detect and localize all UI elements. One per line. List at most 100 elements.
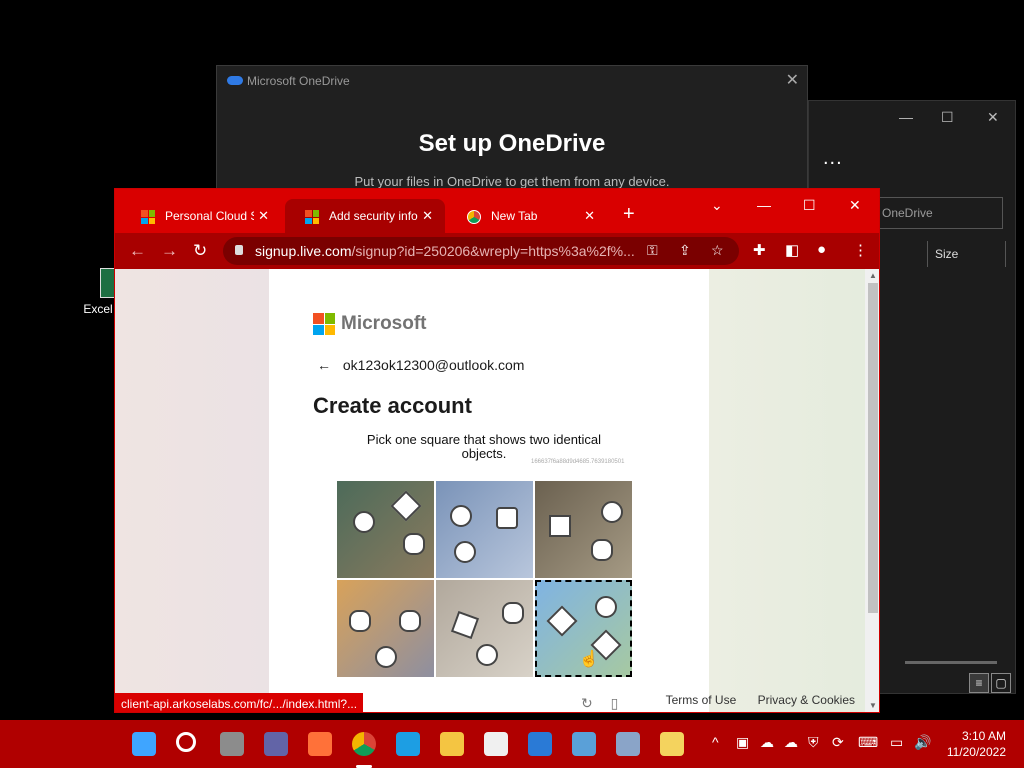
details-view-icon[interactable]: ≡ — [969, 673, 989, 693]
square-icon — [450, 610, 480, 640]
captcha-tile-4[interactable] — [337, 580, 434, 677]
file-explorer-icon[interactable] — [440, 732, 464, 756]
system-clock[interactable]: 3:10 AM 11/20/2022 — [947, 728, 1006, 760]
volume-icon[interactable]: 🔊 — [914, 734, 931, 751]
tray-app-icon[interactable]: ▣ — [736, 734, 749, 751]
explorer-close-button[interactable]: ✕ — [987, 109, 999, 126]
tab-personal-cloud[interactable]: Personal Cloud Sto ✕ — [121, 199, 281, 233]
gamepad-icon — [349, 610, 371, 632]
address-bar[interactable]: signup.live.com/signup?id=250206&wreply=… — [223, 237, 739, 265]
explorer-minimize-button[interactable]: — — [899, 109, 913, 125]
bookmark-star-icon[interactable]: ☆ — [711, 242, 724, 259]
tab-add-security-info[interactable]: Add security info ✕ — [285, 199, 445, 233]
show-hidden-icons[interactable]: ^ — [712, 734, 719, 750]
desktop-icon-label: Excel — [83, 302, 113, 316]
firefox-icon[interactable] — [308, 732, 332, 756]
start-icon[interactable] — [132, 732, 156, 756]
onedrive-cloud-icon — [227, 76, 243, 85]
clock-time: 3:10 AM — [961, 729, 1006, 743]
audio-challenge-icon[interactable]: ▯ — [611, 695, 619, 711]
more-options-button[interactable]: ... — [823, 147, 843, 170]
status-bar: client-api.arkoselabs.com/fc/.../index.h… — [115, 693, 364, 712]
challenge-id: 166637f6a88d9d4685.7639180501 — [531, 459, 625, 465]
account-email: ok123ok12300@outlook.com — [342, 357, 525, 373]
captcha-tile-1[interactable] — [337, 481, 434, 578]
scroll-thumb[interactable] — [868, 283, 878, 613]
sync-icon[interactable]: ⟳ — [832, 734, 844, 751]
minimize-button[interactable]: — — [757, 197, 771, 213]
tab-label: Personal Cloud Sto — [165, 209, 269, 223]
onedrive-close-button[interactable]: ✕ — [786, 70, 799, 90]
chrome-logo-icon — [467, 210, 481, 224]
menu-icon[interactable]: ⋮ — [853, 241, 868, 259]
refresh-icon[interactable]: ↻ — [581, 695, 593, 711]
onedrive-tray-icon[interactable]: ☁ — [760, 734, 774, 751]
reload-icon[interactable]: ↻ — [193, 241, 207, 261]
new-tab-button[interactable]: + — [623, 203, 635, 226]
forward-icon[interactable]: → — [161, 241, 178, 261]
privacy-link[interactable]: Privacy & Cookies — [758, 693, 855, 707]
captcha-tile-2[interactable] — [436, 481, 533, 578]
chrome-icon[interactable] — [352, 732, 376, 756]
horizontal-scrollbar[interactable] — [905, 661, 997, 664]
close-button[interactable]: ✕ — [849, 197, 861, 214]
gamepad-icon — [399, 610, 421, 632]
tab-close-icon[interactable]: ✕ — [584, 208, 595, 224]
terms-link[interactable]: Terms of Use — [666, 693, 737, 707]
lock-icon[interactable] — [235, 245, 243, 255]
security-icon[interactable]: ⛨ — [808, 734, 819, 751]
size-column-header[interactable]: Size — [935, 247, 958, 261]
side-panel-icon[interactable]: ◧ — [785, 241, 799, 259]
creature-icon — [454, 541, 476, 563]
share-icon[interactable]: ⇪ — [679, 242, 691, 259]
scroll-down-icon[interactable]: ▼ — [869, 701, 877, 710]
robot-icon — [403, 533, 425, 555]
tab-label: Add security info — [329, 209, 418, 223]
back-to-email[interactable]: ← ok123ok12300@outlook.com — [317, 357, 524, 373]
settings-icon[interactable] — [616, 732, 640, 756]
vertical-scrollbar[interactable]: ▲ ▼ — [865, 269, 879, 712]
tab-label: New Tab — [491, 209, 538, 223]
back-arrow-icon[interactable]: ← — [317, 357, 331, 373]
edge-icon[interactable] — [396, 732, 420, 756]
crown-icon — [549, 515, 571, 537]
scroll-up-icon[interactable]: ▲ — [869, 271, 877, 280]
onedrive-tray-icon[interactable]: ☁ — [784, 734, 798, 751]
explorer-maximize-button[interactable]: ☐ — [941, 109, 954, 126]
browser-toolbar: ← → ↻ signup.live.com/signup?id=250206&w… — [115, 233, 879, 269]
desktop-excel-icon[interactable]: Excel — [78, 268, 118, 316]
turtle-icon — [353, 511, 375, 533]
captcha-tile-5[interactable] — [436, 580, 533, 677]
explorer-search-input[interactable]: OneDrive — [873, 197, 1003, 229]
iron-icon — [496, 507, 518, 529]
keyboard-icon[interactable]: ⌨ — [858, 734, 878, 751]
tiles-view-icon[interactable]: ▢ — [991, 673, 1011, 693]
extensions-icon[interactable]: ✚ — [753, 241, 766, 259]
microsoft-logo-icon — [313, 313, 335, 335]
figure-icon — [476, 644, 498, 666]
store-icon[interactable] — [484, 732, 508, 756]
tab-new-tab[interactable]: New Tab ✕ — [447, 199, 607, 233]
captcha-tile-3[interactable] — [535, 481, 632, 578]
creature-icon — [450, 505, 472, 527]
task-view-icon[interactable] — [220, 732, 244, 756]
back-icon[interactable]: ← — [129, 241, 146, 261]
mail-icon[interactable] — [528, 732, 552, 756]
column-divider[interactable] — [927, 241, 928, 267]
tab-close-icon[interactable]: ✕ — [254, 208, 269, 224]
teams-icon[interactable] — [264, 732, 288, 756]
column-divider[interactable] — [1005, 241, 1006, 267]
remote-desktop-icon[interactable] — [572, 732, 596, 756]
profile-icon[interactable]: ● — [817, 241, 826, 258]
tab-search-button[interactable]: ⌄ — [711, 197, 723, 214]
captcha-prompt: Pick one square that shows two identical… — [366, 432, 602, 461]
network-icon[interactable]: ▭ — [890, 734, 903, 751]
url-host: signup.live.com — [255, 243, 352, 259]
tab-close-icon[interactable]: ✕ — [422, 208, 433, 224]
onedrive-window: Microsoft OneDrive ✕ Set up OneDrive Put… — [216, 65, 808, 191]
password-key-icon[interactable]: ⚿ — [647, 242, 658, 259]
clock-date: 11/20/2022 — [946, 745, 1006, 759]
notepad-icon[interactable] — [660, 732, 684, 756]
maximize-button[interactable]: ☐ — [803, 197, 816, 214]
search-icon[interactable] — [176, 732, 196, 752]
